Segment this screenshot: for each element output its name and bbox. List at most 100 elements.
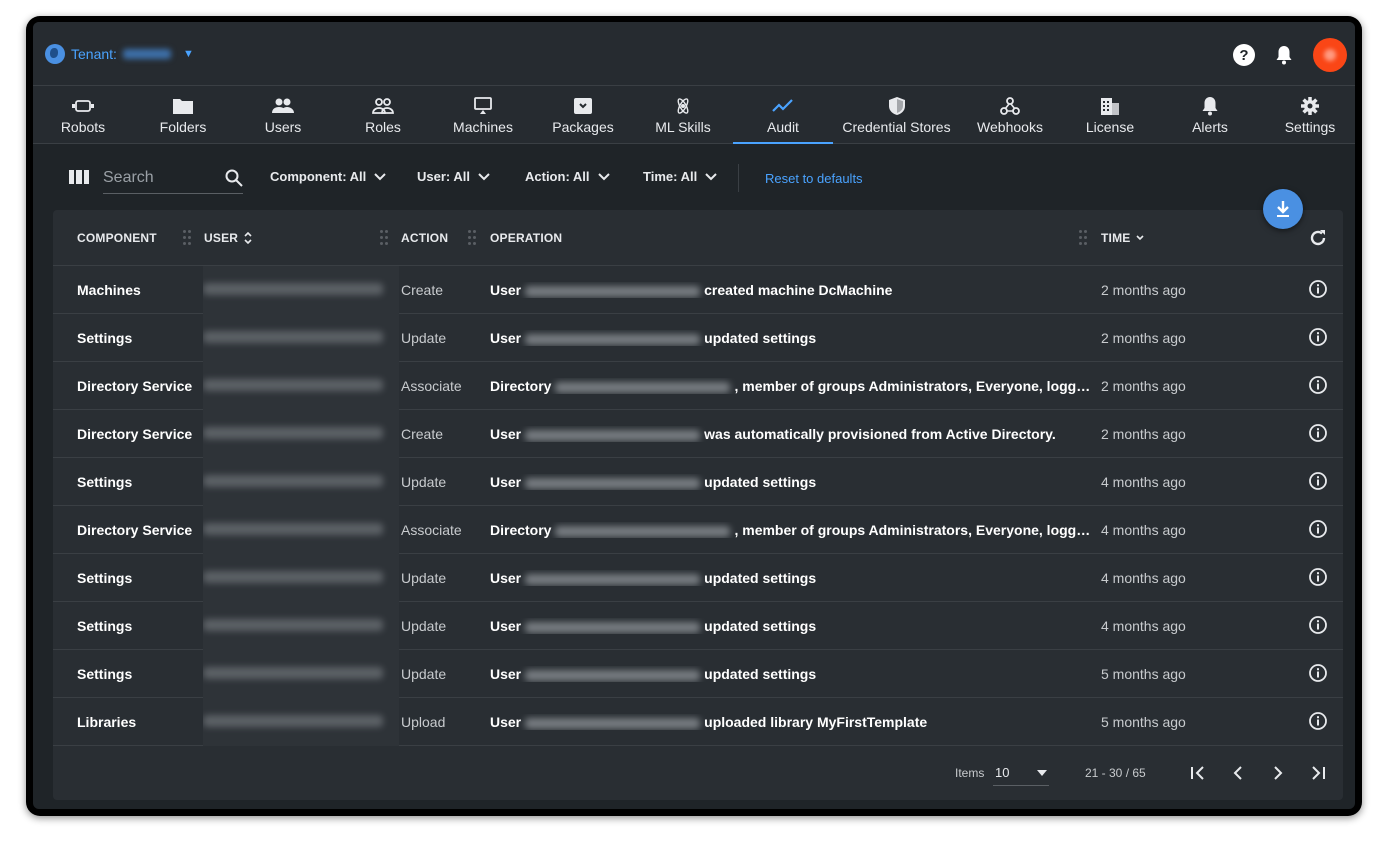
tab-label: Settings [1284, 119, 1336, 135]
tab-alerts[interactable]: Alerts [1160, 86, 1260, 144]
operation-text: uploaded library MyFirstTemplate [704, 714, 928, 730]
operation-prefix: User [490, 618, 522, 634]
tab-folders[interactable]: Folders [133, 86, 233, 144]
info-icon[interactable] [1308, 519, 1328, 542]
refresh-icon[interactable] [1308, 228, 1328, 253]
last-page-button[interactable] [1307, 762, 1329, 784]
gear-icon [1300, 95, 1320, 117]
info-icon[interactable] [1308, 423, 1328, 446]
avatar[interactable] [1313, 38, 1347, 72]
tab-label: Folders [159, 119, 207, 135]
redacted-email [525, 333, 701, 345]
tenant-label: Tenant: [71, 46, 117, 62]
column-header-operation[interactable]: OPERATION [490, 231, 562, 245]
tab-users[interactable]: Users [233, 86, 333, 144]
info-icon[interactable] [1308, 615, 1328, 638]
first-page-button[interactable] [1187, 762, 1209, 784]
component-cell: Directory Service [77, 522, 193, 538]
operation-prefix: User [490, 666, 522, 682]
redacted-email [525, 669, 701, 681]
column-header-action[interactable]: ACTION [401, 231, 448, 245]
tab-roles[interactable]: Roles [333, 86, 433, 144]
tab-label: License [1085, 119, 1135, 135]
user-cell [203, 602, 399, 650]
redacted-email [525, 429, 701, 441]
roles-icon [372, 95, 394, 117]
search-icon[interactable] [225, 169, 243, 187]
user-filter[interactable]: User: All [417, 169, 490, 184]
help-icon[interactable]: ? [1233, 44, 1255, 66]
column-resize-handle[interactable] [1079, 230, 1087, 246]
tab-packages[interactable]: Packages [533, 86, 633, 144]
users-icon [272, 95, 294, 117]
time-cell: 5 months ago [1101, 666, 1186, 682]
tab-credential-stores[interactable]: Credential Stores [833, 86, 960, 144]
notifications-icon[interactable] [1273, 44, 1295, 66]
reset-to-defaults-link[interactable]: Reset to defaults [765, 171, 863, 186]
info-icon[interactable] [1308, 279, 1328, 302]
table-row[interactable]: Settings Update User updated settings 5 m… [53, 650, 1343, 698]
table-row[interactable]: Settings Update User updated settings 4 m… [53, 554, 1343, 602]
column-resize-handle[interactable] [380, 230, 388, 246]
info-icon[interactable] [1308, 663, 1328, 686]
table-row[interactable]: Settings Update User updated settings 2 m… [53, 314, 1343, 362]
redacted-email [525, 621, 701, 633]
info-icon[interactable] [1308, 711, 1328, 734]
operation-cell: Directory , member of groups Administrato… [490, 522, 1095, 538]
operation-text: updated settings [704, 666, 817, 682]
tab-license[interactable]: License [1060, 86, 1160, 144]
columns-icon[interactable] [69, 170, 89, 184]
table-row[interactable]: Libraries Upload User uploaded library My… [53, 698, 1343, 746]
action-filter[interactable]: Action: All [525, 169, 610, 184]
time-filter[interactable]: Time: All [643, 169, 717, 184]
folder-icon [172, 95, 194, 117]
tab-audit[interactable]: Audit [733, 86, 833, 144]
items-label: Items [955, 766, 985, 780]
column-header-user[interactable]: USER [204, 231, 252, 245]
column-header-component[interactable]: COMPONENT [77, 231, 157, 245]
column-resize-handle[interactable] [183, 230, 191, 246]
column-header-time[interactable]: TIME [1101, 231, 1145, 245]
info-icon[interactable] [1308, 327, 1328, 350]
tenant-selector[interactable]: Tenant: ▼ [45, 44, 194, 64]
info-icon[interactable] [1308, 471, 1328, 494]
download-button[interactable] [1263, 189, 1303, 229]
tab-robots[interactable]: Robots [33, 86, 133, 144]
operation-prefix: User [490, 570, 522, 586]
action-cell: Create [401, 426, 444, 442]
next-page-button[interactable] [1267, 762, 1289, 784]
column-resize-handle[interactable] [468, 230, 476, 246]
user-cell [203, 650, 399, 698]
time-cell: 5 months ago [1101, 714, 1186, 730]
table-row[interactable]: Directory Service Create User was automat… [53, 410, 1343, 458]
search-input[interactable]: Search [103, 162, 243, 194]
bell-icon [1201, 95, 1219, 117]
ml-skills-icon [674, 95, 692, 117]
operation-text: , member of groups Administrators, Every… [734, 522, 1095, 538]
header-label: OPERATION [490, 231, 563, 245]
redacted-email [525, 285, 701, 297]
component-filter[interactable]: Component: All [270, 169, 386, 184]
table-row[interactable]: Directory Service Associate Directory , m… [53, 506, 1343, 554]
info-icon[interactable] [1308, 375, 1328, 398]
user-email-redacted [203, 379, 383, 391]
pagination: Items 10 21 - 30 / 65 [53, 746, 1343, 800]
table-row[interactable]: Directory Service Associate Directory , m… [53, 362, 1343, 410]
tab-ml-skills[interactable]: ML Skills [633, 86, 733, 144]
table-row[interactable]: Machines Create User created machine DcMa… [53, 266, 1343, 314]
webhook-icon [1000, 95, 1020, 117]
component-cell: Directory Service [77, 378, 193, 394]
table-row[interactable]: Settings Update User updated settings 4 m… [53, 602, 1343, 650]
redacted-email [525, 573, 701, 585]
tab-settings[interactable]: Settings [1260, 86, 1355, 144]
page-size-select[interactable]: 10 [993, 760, 1049, 786]
tab-machines[interactable]: Machines [433, 86, 533, 144]
tab-webhooks[interactable]: Webhooks [960, 86, 1060, 144]
info-icon[interactable] [1308, 567, 1328, 590]
component-cell: Settings [77, 618, 133, 634]
previous-page-button[interactable] [1227, 762, 1249, 784]
table-row[interactable]: Settings Update User updated settings 4 m… [53, 458, 1343, 506]
user-email-redacted [203, 715, 383, 727]
tab-label: Alerts [1192, 119, 1228, 135]
time-cell: 4 months ago [1101, 618, 1186, 634]
